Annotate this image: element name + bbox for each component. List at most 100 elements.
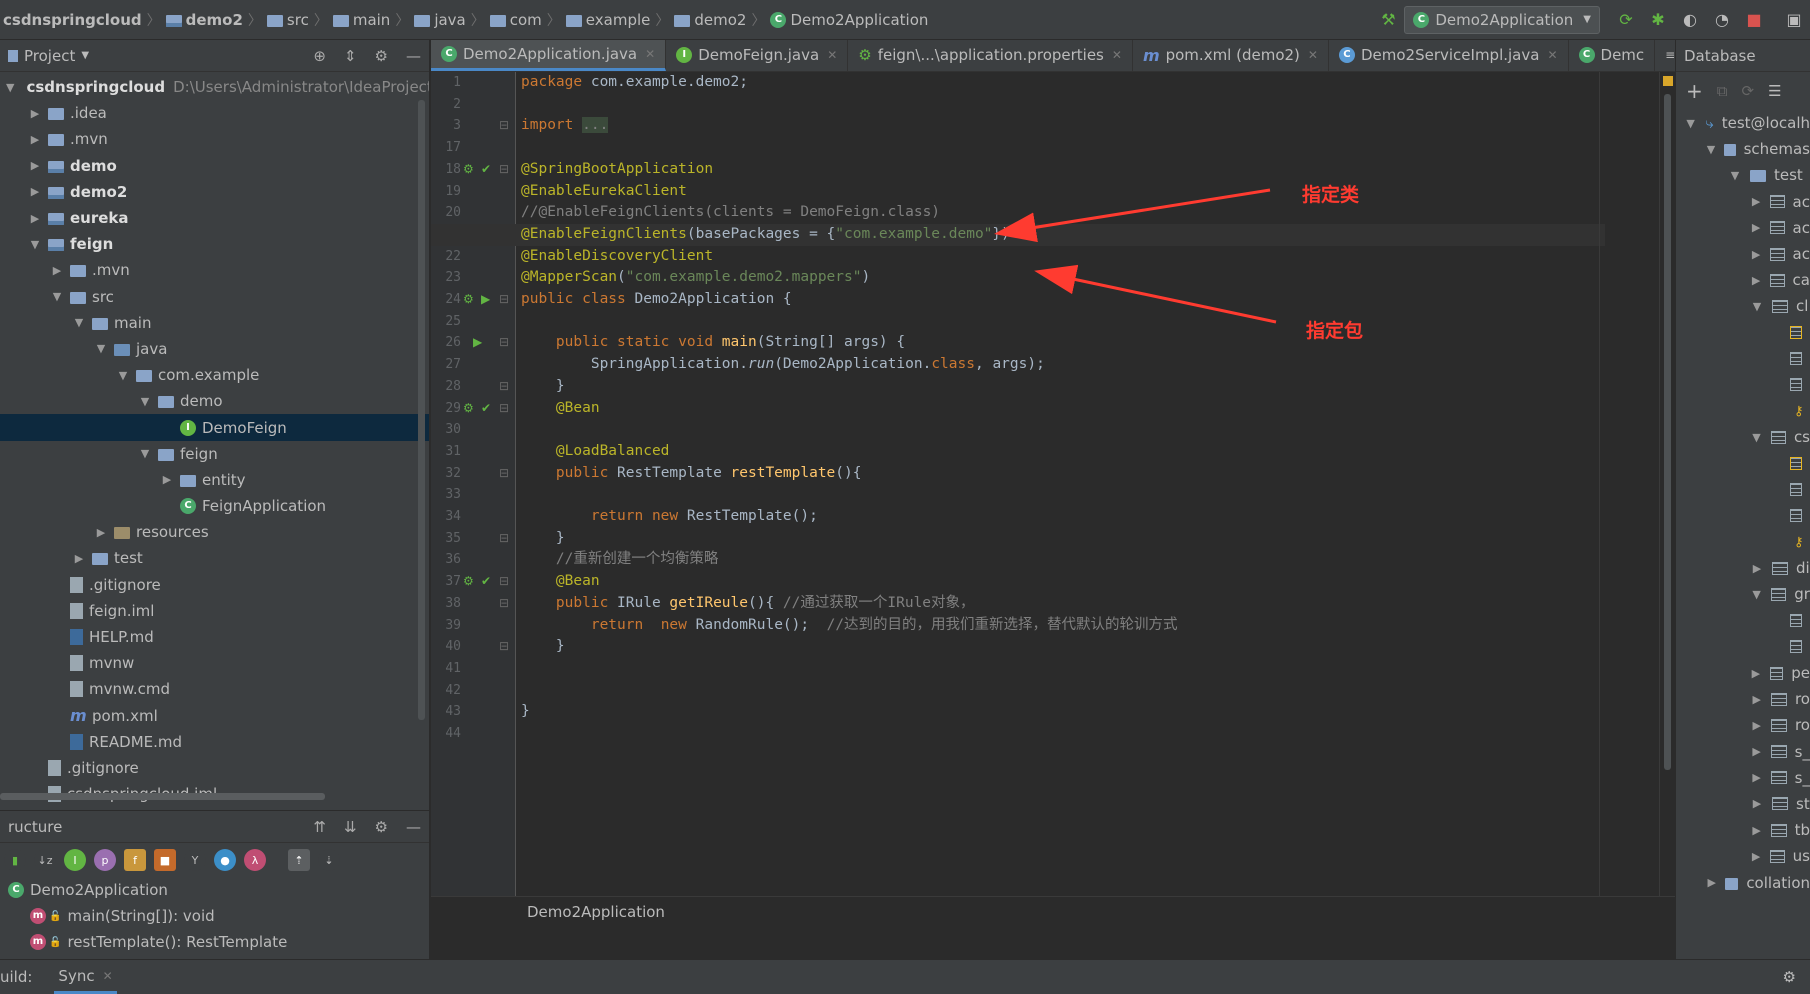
- database-tree-item[interactable]: ▶ ac: [1676, 189, 1810, 215]
- annotation-arrows: [994, 188, 1277, 324]
- database-tree-item[interactable]: [1676, 634, 1810, 660]
- expanded-arrow-icon[interactable]: ▼: [1684, 117, 1697, 130]
- database-tree-item[interactable]: ⚷: [1676, 529, 1810, 555]
- table-icon: [1770, 273, 1785, 287]
- database-tree-label: ac: [1792, 218, 1810, 237]
- database-tree-item[interactable]: ▶ tb: [1676, 817, 1810, 843]
- collapsed-arrow-icon[interactable]: ▶: [1750, 824, 1763, 837]
- expanded-arrow-icon[interactable]: ▼: [1750, 431, 1763, 444]
- schema-icon: [1750, 170, 1766, 183]
- expanded-arrow-icon[interactable]: ▼: [1750, 588, 1763, 601]
- database-tree-label: pe: [1791, 664, 1810, 683]
- column-icon: [1790, 483, 1802, 497]
- column-icon: [1790, 352, 1802, 366]
- database-tree-label: ro: [1794, 690, 1810, 709]
- table-icon: [1771, 771, 1787, 785]
- sync-tab-label: Sync: [58, 966, 95, 985]
- package-arrow: [1034, 264, 1277, 324]
- table-icon: [1771, 823, 1787, 837]
- database-tree-item[interactable]: ▶ s_: [1676, 765, 1810, 791]
- database-tree-label: tb: [1794, 821, 1810, 840]
- collapsed-arrow-icon[interactable]: ▶: [1750, 221, 1762, 234]
- database-tree-item[interactable]: ▼ gr: [1676, 581, 1810, 607]
- database-tree-item[interactable]: ▶ ac: [1676, 215, 1810, 241]
- database-tree-label: di: [1796, 559, 1810, 578]
- class-arrow: [994, 188, 1271, 243]
- collapsed-arrow-icon[interactable]: ▶: [1750, 693, 1763, 706]
- table-icon: [1771, 587, 1787, 601]
- table-icon: [1769, 666, 1784, 680]
- column-icon: [1790, 378, 1802, 392]
- properties-icon[interactable]: ☰: [1768, 82, 1781, 100]
- database-tree-label: st: [1796, 794, 1810, 813]
- key-icon: ⚷: [1794, 403, 1804, 419]
- gear-icon[interactable]: ⚙: [1783, 968, 1796, 986]
- database-tree-item[interactable]: [1676, 450, 1810, 476]
- database-tree-item[interactable]: ▶ ca: [1676, 267, 1810, 293]
- table-icon: [1772, 797, 1788, 811]
- database-tree-item[interactable]: ▶ di: [1676, 555, 1810, 581]
- table-icon: [1771, 692, 1787, 706]
- database-tree-item[interactable]: ▼ cs: [1676, 424, 1810, 450]
- database-tree-label: s_: [1794, 742, 1810, 761]
- database-tree-item[interactable]: ▼ schemas: [1676, 136, 1810, 162]
- database-tree-item[interactable]: ▼ ⤷ test@localh: [1676, 110, 1810, 136]
- database-tree-item[interactable]: ▶ us: [1676, 843, 1810, 869]
- database-tree-label: ro: [1794, 716, 1810, 735]
- table-icon: [1770, 221, 1785, 235]
- database-panel: Database + ⧉ ⟳ ☰ ▼ ⤷ test@localh ▼ schemas ▼ t…: [1675, 40, 1810, 959]
- database-tree-label: gr: [1794, 585, 1810, 604]
- table-icon: [1772, 299, 1788, 313]
- database-tree-label: test@localh: [1721, 114, 1810, 133]
- expanded-arrow-icon[interactable]: ▼: [1706, 143, 1716, 156]
- collapsed-arrow-icon[interactable]: ▶: [1750, 771, 1763, 784]
- primary-key-column-icon: [1790, 457, 1802, 471]
- copy-icon[interactable]: ⧉: [1717, 82, 1728, 100]
- collapsed-arrow-icon[interactable]: ▶: [1750, 195, 1762, 208]
- collapsed-arrow-icon[interactable]: ▶: [1750, 719, 1763, 732]
- database-tree-label: us: [1792, 847, 1810, 866]
- collapsed-arrow-icon[interactable]: ▶: [1750, 562, 1764, 575]
- database-tree-item[interactable]: ▶ ac: [1676, 241, 1810, 267]
- database-tree-label: s_: [1794, 768, 1810, 787]
- database-tree-item[interactable]: [1676, 477, 1810, 503]
- collapsed-arrow-icon[interactable]: ▶: [1750, 797, 1764, 810]
- database-tree-item[interactable]: [1676, 503, 1810, 529]
- sync-tab[interactable]: Sync ✕: [54, 961, 117, 994]
- collapsed-arrow-icon[interactable]: ▶: [1750, 745, 1763, 758]
- collapsed-arrow-icon[interactable]: ▶: [1750, 274, 1762, 287]
- database-tree-item[interactable]: ▶ collation: [1676, 869, 1810, 895]
- database-tree-item[interactable]: [1676, 320, 1810, 346]
- database-tree-label: cl: [1796, 297, 1809, 316]
- database-tree-item[interactable]: [1676, 372, 1810, 398]
- database-tree-label: ac: [1792, 192, 1810, 211]
- column-icon: [1790, 614, 1802, 628]
- database-tree-item[interactable]: ▶ st: [1676, 791, 1810, 817]
- collapsed-arrow-icon[interactable]: ▶: [1706, 876, 1717, 889]
- package-annotation: 指定包: [1306, 320, 1364, 342]
- table-icon: [1770, 195, 1785, 209]
- collapsed-arrow-icon[interactable]: ▶: [1750, 248, 1762, 261]
- class-annotation: 指定类: [1302, 184, 1360, 206]
- table-icon: [1770, 849, 1785, 863]
- add-icon[interactable]: +: [1686, 79, 1703, 103]
- collapsed-arrow-icon[interactable]: ▶: [1750, 667, 1762, 680]
- database-tree: ▼ ⤷ test@localh ▼ schemas ▼ test ▶ ac ▶ ac ▶ ac ▶ ca ▼ c…: [1676, 110, 1810, 896]
- database-tree-label: collation: [1746, 873, 1810, 892]
- database-tree-item[interactable]: ⚷: [1676, 398, 1810, 424]
- close-icon[interactable]: ✕: [103, 969, 113, 983]
- database-tree-item[interactable]: ▼ cl: [1676, 293, 1810, 319]
- database-tree-item[interactable]: ▶ ro: [1676, 712, 1810, 738]
- expanded-arrow-icon[interactable]: ▼: [1750, 300, 1764, 313]
- table-icon: [1770, 430, 1786, 444]
- database-tree-item[interactable]: ▼ test: [1676, 162, 1810, 188]
- database-tree-item[interactable]: ▶ s_: [1676, 739, 1810, 765]
- expanded-arrow-icon[interactable]: ▼: [1728, 169, 1742, 182]
- database-tree-label: ac: [1792, 245, 1810, 264]
- refresh-icon[interactable]: ⟳: [1741, 82, 1754, 100]
- collapsed-arrow-icon[interactable]: ▶: [1750, 850, 1762, 863]
- database-tree-item[interactable]: [1676, 608, 1810, 634]
- database-tree-item[interactable]: [1676, 346, 1810, 372]
- database-tree-item[interactable]: ▶ ro: [1676, 686, 1810, 712]
- database-tree-item[interactable]: ▶ pe: [1676, 660, 1810, 686]
